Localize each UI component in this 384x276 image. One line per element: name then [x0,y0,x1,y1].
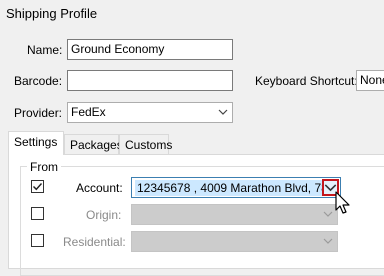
chevron-down-icon [323,238,333,244]
account-select[interactable]: 12345678 , 4009 Marathon Blvd, 787 [131,177,341,198]
barcode-input[interactable] [67,70,233,91]
account-label: Account: [76,181,123,195]
mouse-pointer-icon [335,191,350,214]
tab-customs[interactable]: Customs [119,134,172,154]
tab-packages[interactable]: Packages [64,134,123,154]
origin-checkbox[interactable] [31,207,44,220]
account-value: 12345678 , 4009 Marathon Blvd, 787 [135,180,324,196]
provider-value: FedEx [71,105,106,119]
name-label: Name: [27,43,63,57]
provider-label: Provider: [14,106,63,120]
account-checkbox[interactable] [31,180,44,193]
keyboard-shortcut-label: Keyboard Shortcut: [255,74,358,88]
barcode-label: Barcode: [14,74,63,88]
origin-label: Origin: [86,208,122,222]
checkmark-icon [33,183,43,191]
tab-settings[interactable]: Settings [8,131,64,155]
origin-select[interactable] [131,204,338,225]
chevron-down-icon [218,109,228,115]
provider-select[interactable]: FedEx [67,102,233,123]
chevron-down-icon [323,211,333,217]
residential-select[interactable] [131,231,338,252]
residential-label: Residential: [63,235,126,249]
name-input[interactable]: Ground Economy [67,39,233,60]
keyboard-shortcut-select[interactable]: None [356,70,384,91]
window-title: Shipping Profile [6,6,98,21]
from-group-legend: From [27,160,61,174]
residential-checkbox[interactable] [31,234,44,247]
